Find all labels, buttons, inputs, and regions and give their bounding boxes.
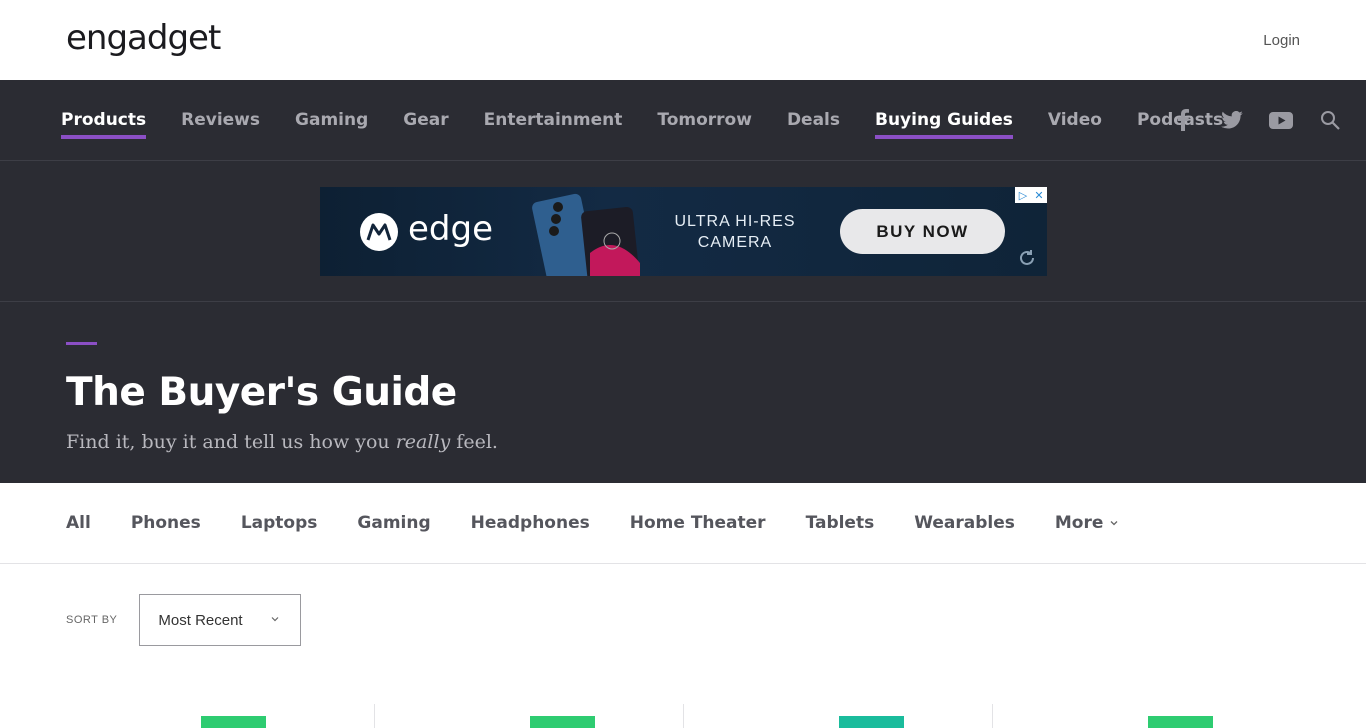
nav-item-reviews[interactable]: Reviews — [181, 104, 260, 136]
motorola-logo-icon — [360, 213, 398, 251]
ad-choices-icon[interactable]: ▷ — [1015, 187, 1031, 203]
category-nav: All Phones Laptops Gaming Headphones Home The… — [0, 483, 1366, 564]
category-headphones[interactable]: Headphones — [471, 513, 590, 533]
sort-row: SORT BY Most Recent — [66, 594, 302, 646]
ad-brand: edge — [408, 209, 493, 249]
search-icon[interactable] — [1318, 108, 1342, 132]
category-all[interactable]: All — [66, 513, 91, 533]
social-links — [1171, 80, 1342, 160]
nav-item-gear[interactable]: Gear — [403, 104, 448, 136]
ad-area: edge ULTRA HI-RES CAMERA BUY NOW ▷ ✕ — [0, 161, 1366, 302]
nav-item-entertainment[interactable]: Entertainment — [484, 104, 623, 136]
score-badge — [839, 716, 904, 728]
ad-tagline: ULTRA HI-RES CAMERA — [665, 211, 805, 253]
category-phones[interactable]: Phones — [131, 513, 201, 533]
top-bar: engadget Login — [0, 0, 1366, 80]
category-home-theater[interactable]: Home Theater — [630, 513, 766, 533]
main-nav-items: Products Reviews Gaming Gear Entertainment To… — [61, 80, 1258, 160]
category-gaming[interactable]: Gaming — [357, 513, 430, 533]
ad-banner[interactable]: edge ULTRA HI-RES CAMERA BUY NOW ▷ ✕ — [320, 187, 1047, 276]
ad-tagline-line1: ULTRA HI-RES — [674, 213, 796, 230]
category-items: All Phones Laptops Gaming Headphones Home The… — [66, 483, 1159, 563]
category-tablets[interactable]: Tablets — [806, 513, 875, 533]
buy-now-button[interactable]: BUY NOW — [840, 209, 1005, 254]
chevron-down-icon — [1110, 521, 1118, 526]
nav-item-video[interactable]: Video — [1048, 104, 1102, 136]
category-more[interactable]: More — [1055, 513, 1120, 533]
subtitle-after: feel. — [450, 431, 498, 453]
nav-item-buying-guides[interactable]: Buying Guides — [875, 104, 1013, 139]
nav-item-deals[interactable]: Deals — [787, 104, 840, 136]
engadget-logo[interactable]: engadget — [66, 18, 221, 58]
nav-item-products[interactable]: Products — [61, 104, 147, 139]
twitter-icon[interactable] — [1220, 108, 1244, 132]
youtube-icon[interactable] — [1269, 108, 1293, 132]
ad-choices[interactable]: ▷ ✕ — [1015, 187, 1047, 203]
subtitle-before: Find it, buy it and tell us how you — [66, 431, 396, 453]
nav-item-gaming[interactable]: Gaming — [295, 104, 368, 136]
product-card[interactable] — [684, 704, 993, 728]
page-subtitle: Find it, buy it and tell us how you real… — [66, 431, 498, 453]
phone-image-icon — [532, 193, 642, 276]
refresh-icon[interactable] — [1017, 248, 1037, 268]
score-badge — [201, 716, 266, 728]
category-laptops[interactable]: Laptops — [241, 513, 318, 533]
score-badge — [1148, 716, 1213, 728]
main-nav: Products Reviews Gaming Gear Entertainment To… — [0, 80, 1366, 161]
nav-item-tomorrow[interactable]: Tomorrow — [657, 104, 752, 136]
category-more-label: More — [1054, 513, 1104, 533]
product-card[interactable] — [66, 704, 375, 728]
product-card[interactable] — [375, 704, 684, 728]
login-link[interactable]: Login — [1263, 32, 1300, 49]
sort-selected-value: Most Recent — [158, 611, 243, 629]
score-badge — [530, 716, 595, 728]
page-title: The Buyer's Guide — [66, 370, 457, 415]
ad-close-icon[interactable]: ✕ — [1031, 187, 1047, 203]
chevron-down-icon — [271, 617, 279, 622]
subtitle-emphasis: really — [395, 431, 451, 453]
category-wearables[interactable]: Wearables — [914, 513, 1015, 533]
facebook-icon[interactable] — [1171, 108, 1195, 132]
ad-tagline-line2: CAMERA — [697, 234, 773, 251]
hero-section: The Buyer's Guide Find it, buy it and te… — [0, 302, 1366, 483]
sort-select[interactable]: Most Recent — [139, 594, 302, 646]
sort-label: SORT BY — [66, 614, 118, 626]
product-card[interactable] — [993, 704, 1302, 728]
hero-accent-line — [66, 342, 97, 345]
product-grid — [66, 704, 1302, 728]
